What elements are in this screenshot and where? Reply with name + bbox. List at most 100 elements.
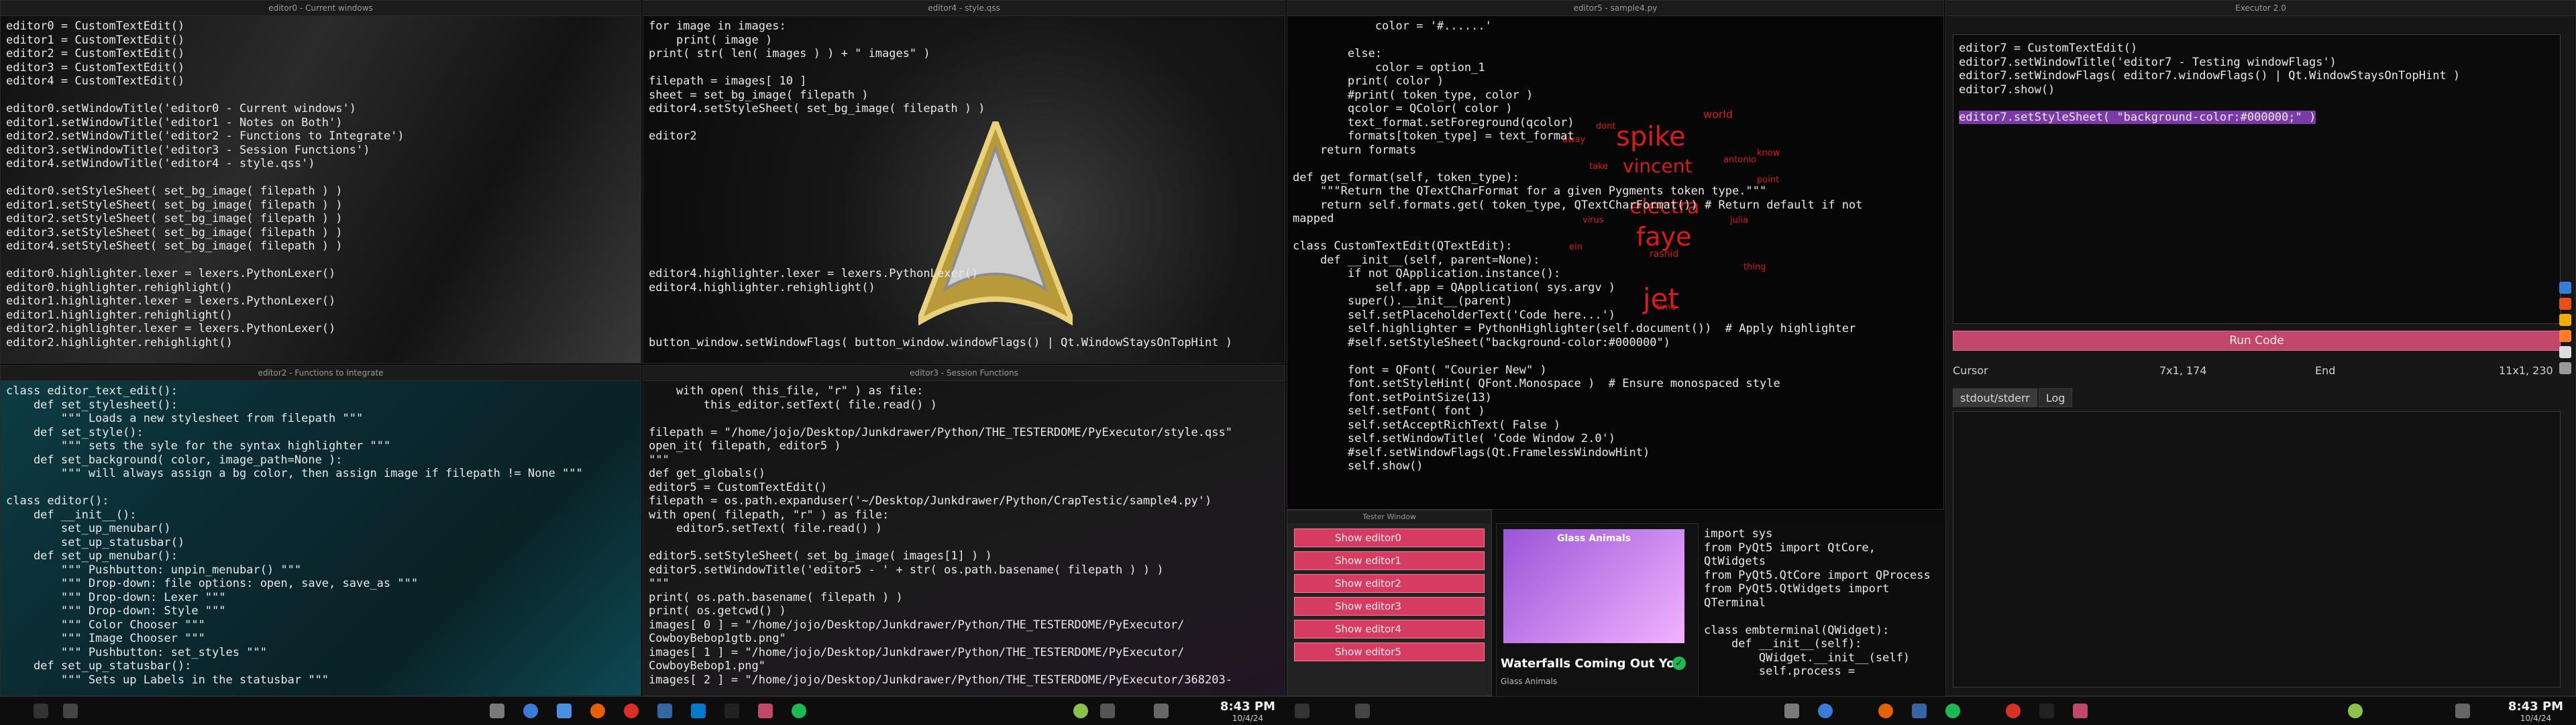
- editor5-window[interactable]: editor5 - sample4.py spike vincent electra…: [1287, 0, 1944, 510]
- editor0-text-area[interactable]: editor0 = CustomTextEdit() editor1 = Cust…: [1, 15, 641, 363]
- firefox-icon-2[interactable]: [1878, 704, 1893, 718]
- code-line: from PyQt5.QtCore import QProcess: [1704, 568, 1931, 582]
- code-line: mapped: [1293, 212, 1334, 225]
- clock-left[interactable]: 8:43 PM 10/4/24: [1214, 700, 1281, 723]
- editor-icon[interactable]: [758, 704, 773, 718]
- editor-icon-2[interactable]: [2073, 704, 2088, 718]
- spotify-icon-2[interactable]: [1945, 704, 1960, 718]
- code-line: print( os.getcwd() ): [649, 604, 786, 618]
- editor4-titlebar[interactable]: editor4 - style.qss: [643, 1, 1285, 16]
- tester-window[interactable]: Tester Window Show editor0 Show editor1 Sh…: [1287, 510, 1492, 696]
- app-icon-2[interactable]: [2559, 298, 2571, 310]
- executor-titlebar[interactable]: Executor 2.0: [1946, 1, 2575, 16]
- app-icon-1[interactable]: [2559, 282, 2571, 294]
- code-line: sheet = set_bg_image( filepath ): [649, 88, 869, 102]
- spotify-icon[interactable]: [792, 704, 806, 718]
- code-line: CowboyBebop1.png": [649, 659, 765, 673]
- song-artist: Glass Animals: [1501, 677, 1558, 686]
- chrome-icon-2[interactable]: [2006, 704, 2021, 718]
- clock-right-time: 8:43 PM: [2508, 700, 2564, 714]
- code-line: self.process =: [1704, 665, 1856, 678]
- files-icon-3[interactable]: [1355, 704, 1370, 718]
- firefox-icon[interactable]: [590, 704, 605, 718]
- show-editor3-button[interactable]: Show editor3: [1294, 597, 1485, 616]
- show-editor2-button[interactable]: Show editor2: [1294, 574, 1485, 593]
- search-icon-2[interactable]: [1818, 704, 1833, 718]
- app-icon-4[interactable]: [2559, 330, 2571, 342]
- start-menu-icon[interactable]: [34, 704, 48, 718]
- code-line: #self.setStyleSheet("background-color:#0…: [1293, 335, 1670, 349]
- editor3-window[interactable]: editor3 - Session Functions with open( t…: [643, 365, 1285, 696]
- media-player-widget[interactable]: Glass Animals Waterfalls Coming Out Yo ✓…: [1496, 523, 1699, 698]
- code-line: if not QApplication.instance():: [1293, 267, 1561, 280]
- editor2-titlebar[interactable]: editor2 - Functions to Integrate: [1, 366, 641, 381]
- tester-titlebar[interactable]: Tester Window: [1287, 510, 1491, 524]
- files-icon[interactable]: [63, 704, 78, 718]
- code-line: editor5.setWindowTitle('editor5 - ' + st…: [649, 563, 1164, 577]
- chrome-icon[interactable]: [624, 704, 639, 718]
- executor-code-editor[interactable]: editor7 = CustomTextEdit() editor7.setWin…: [1953, 34, 2561, 324]
- show-editor4-button[interactable]: Show editor4: [1294, 620, 1485, 638]
- code-line: images[ 0 ] = "/home/jojo/Desktop/Junkdr…: [649, 618, 1185, 632]
- run-code-button[interactable]: Run Code: [1953, 331, 2561, 351]
- code-line: def get_format(self, token_type):: [1293, 170, 1519, 184]
- stdout-output-area[interactable]: [1953, 411, 2561, 687]
- clock-right[interactable]: 8:43 PM 10/4/24: [2502, 700, 2569, 723]
- app-icon-3[interactable]: [2559, 314, 2571, 326]
- tray-icon-2[interactable]: [1100, 704, 1115, 718]
- editor6-window[interactable]: import sys from PyQt5 import QtCore, QtWid…: [1699, 523, 1944, 696]
- editor3-text-area[interactable]: with open( this_file, "r" ) as file: thi…: [643, 380, 1285, 695]
- editor0-window[interactable]: editor0 - Current windows editor0 = Cust…: [0, 0, 641, 364]
- editor6-text-area[interactable]: import sys from PyQt5 import QtCore, QtWid…: [1699, 523, 1944, 696]
- app-launcher-icon-2[interactable]: [1784, 704, 1799, 718]
- code-line: editor0.setWindowTitle('editor0 - Curren…: [6, 102, 356, 115]
- code-line: set_up_statusbar(): [6, 535, 185, 549]
- executor-window[interactable]: Executor 2.0 editor7 = CustomTextEdit() e…: [1945, 0, 2576, 696]
- code-line: text_format.setForeground(qcolor): [1293, 115, 1574, 129]
- code-line: editor0.highlighter.rehighlight(): [6, 280, 233, 294]
- show-editor5-button[interactable]: Show editor5: [1294, 643, 1485, 661]
- x-icon[interactable]: [724, 704, 739, 718]
- editor4-window[interactable]: editor4 - style.qss for image in images:…: [643, 0, 1285, 364]
- code-line: """ Pushbutton: unpin_menubar() """: [6, 563, 302, 577]
- terminal-icon-2[interactable]: [1912, 704, 1927, 718]
- editor2-text-area[interactable]: class editor_text_edit(): def set_styles…: [1, 380, 641, 695]
- editor0-titlebar[interactable]: editor0 - Current windows: [1, 1, 641, 16]
- code-line: """ Image Chooser """: [6, 632, 205, 645]
- start-menu-icon-2[interactable]: [1295, 704, 1309, 718]
- code-line: """ Color Chooser """: [6, 618, 205, 632]
- show-editor1-button[interactable]: Show editor1: [1294, 551, 1485, 570]
- app-launcher-icon[interactable]: [490, 704, 504, 718]
- tray-icon-3[interactable]: [2348, 704, 2363, 718]
- editor4-text-area[interactable]: for image in images: print( image ) print…: [643, 15, 1285, 363]
- liked-check-icon[interactable]: ✓: [1672, 657, 1686, 670]
- volume-icon[interactable]: [1154, 704, 1169, 718]
- files-icon-2[interactable]: [557, 704, 572, 718]
- editor5-titlebar[interactable]: editor5 - sample4.py: [1287, 1, 1943, 16]
- code-line: QtWidgets: [1704, 555, 1766, 568]
- volume-icon-2[interactable]: [2455, 704, 2470, 718]
- tray-icon-1[interactable]: [1073, 704, 1088, 718]
- code-line: self.setWindowTitle( 'Code Window 2.0'): [1293, 432, 1616, 445]
- code-line: return formats: [1293, 143, 1417, 157]
- editor2-window[interactable]: editor2 - Functions to Integrate class e…: [0, 365, 641, 696]
- code-line: """ Drop-down: Lexer """: [6, 590, 226, 604]
- terminal-icon[interactable]: [657, 704, 672, 718]
- vscode-icon[interactable]: [691, 704, 706, 718]
- x-icon-2[interactable]: [2039, 704, 2054, 718]
- editor5-text-area[interactable]: color = '#......' else: color = option_1…: [1287, 15, 1943, 509]
- code-line: QTerminal: [1704, 596, 1766, 610]
- code-line: import sys: [1704, 527, 1773, 541]
- tab-stdout-stderr[interactable]: stdout/stderr: [1953, 388, 2037, 407]
- app-icon-6[interactable]: [2559, 362, 2571, 374]
- tab-log[interactable]: Log: [2038, 388, 2073, 407]
- show-editor0-button[interactable]: Show editor0: [1294, 528, 1485, 547]
- app-icon-5[interactable]: [2559, 346, 2571, 358]
- editor3-titlebar[interactable]: editor3 - Session Functions: [643, 366, 1285, 381]
- search-icon[interactable]: [523, 704, 538, 718]
- code-line: filepath = images[ 10 ]: [649, 74, 807, 88]
- code-line: class embterminal(QWidget):: [1704, 623, 1890, 637]
